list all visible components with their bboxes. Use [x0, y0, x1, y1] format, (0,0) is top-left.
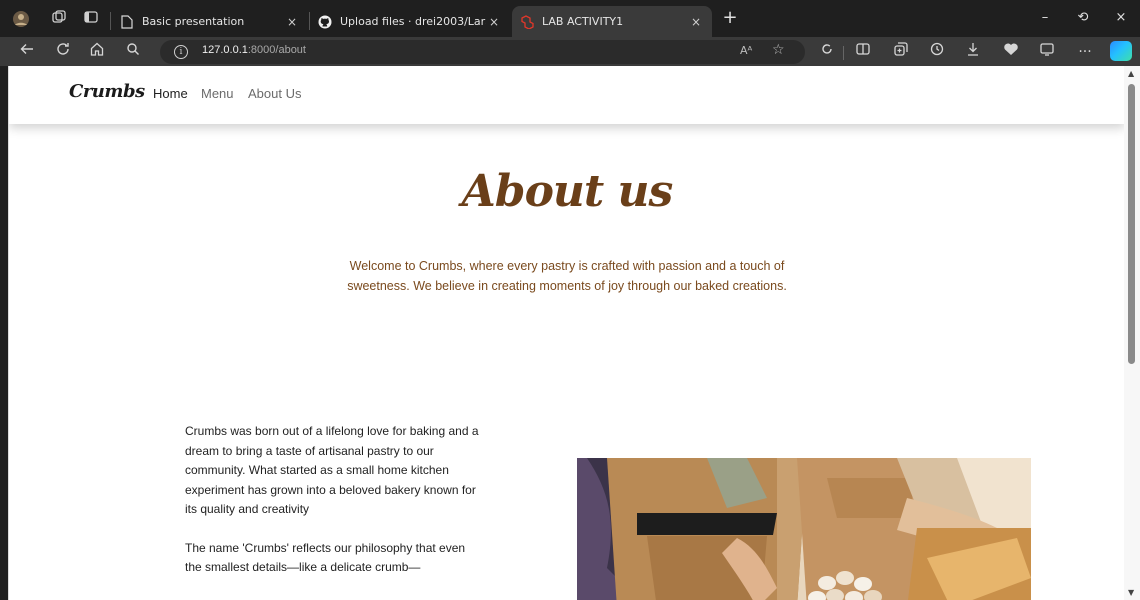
story-section: Crumbs was born out of a lifelong love f…: [185, 422, 485, 597]
browser-toolbar: i 127.0.0.1:8000/about Aᴬ ☆ ···: [0, 37, 1140, 66]
home-button[interactable]: [86, 41, 108, 63]
laravel-icon: [520, 14, 534, 29]
browser-essentials-icon[interactable]: [1000, 41, 1022, 63]
more-menu-icon[interactable]: ···: [1074, 41, 1096, 63]
tab-strip: Basic presentation × Upload files · drei…: [0, 0, 1140, 37]
bakers-photo: [577, 458, 1031, 600]
intro-text: Welcome to Crumbs, where every pastry is…: [347, 259, 787, 293]
story-paragraph: Crumbs was born out of a lifelong love f…: [185, 424, 479, 516]
site-info-icon[interactable]: i: [174, 45, 188, 59]
tab-lab-activity[interactable]: LAB ACTIVITY1 ×: [512, 6, 712, 37]
story-paragraph: The name 'Crumbs' reflects our philosoph…: [185, 540, 466, 575]
nav-link-home[interactable]: Home: [153, 86, 188, 101]
vertical-tabs-icon[interactable]: [82, 10, 100, 28]
tab-close-icon[interactable]: ×: [688, 15, 704, 29]
extensions-icon[interactable]: [816, 41, 838, 63]
tab-label: LAB ACTIVITY1: [542, 15, 624, 28]
refresh-button[interactable]: [52, 41, 74, 63]
tab-basic-presentation[interactable]: Basic presentation ×: [112, 6, 308, 37]
profile-avatar-icon[interactable]: [12, 10, 30, 28]
screenshot-icon[interactable]: [1036, 41, 1058, 63]
toolbar-divider: [843, 46, 844, 60]
tab-upload-files[interactable]: Upload files · drei2003/LaravelAct ×: [310, 6, 510, 37]
tab-divider: [110, 12, 111, 30]
site-logo[interactable]: Crumbs: [69, 81, 145, 102]
tab-label: Upload files · drei2003/LaravelAct: [340, 15, 486, 28]
workspaces-icon[interactable]: [50, 10, 68, 28]
minimize-button[interactable]: –: [1030, 8, 1060, 28]
collections-icon[interactable]: [890, 41, 912, 63]
favorite-star-icon[interactable]: ☆: [772, 42, 785, 58]
downloads-icon[interactable]: [962, 41, 984, 63]
new-tab-button[interactable]: +: [720, 8, 740, 28]
back-button[interactable]: [16, 41, 38, 63]
page-icon: [120, 14, 134, 29]
scrollbar-thumb[interactable]: [1128, 84, 1135, 364]
site-navbar: Crumbs Home Menu About Us: [9, 66, 1124, 124]
split-screen-icon[interactable]: [852, 41, 874, 63]
nav-link-about-us[interactable]: About Us: [248, 86, 301, 101]
tab-label: Basic presentation: [142, 15, 245, 28]
address-bar[interactable]: i 127.0.0.1:8000/about Aᴬ ☆: [160, 40, 805, 64]
url-host: 127.0.0.1: [202, 44, 248, 56]
close-window-button[interactable]: ×: [1106, 8, 1136, 28]
read-aloud-icon[interactable]: Aᴬ: [740, 44, 752, 57]
url-path: :8000/about: [247, 44, 306, 56]
nav-link-menu[interactable]: Menu: [201, 86, 234, 101]
tab-close-icon[interactable]: ×: [284, 15, 300, 29]
page-scrollbar[interactable]: ▲ ▼: [1124, 66, 1140, 600]
copilot-icon[interactable]: [1110, 41, 1132, 61]
restore-button[interactable]: ⟲: [1068, 8, 1098, 28]
tab-close-icon[interactable]: ×: [486, 15, 502, 29]
url-text[interactable]: 127.0.0.1:8000/about: [202, 44, 306, 56]
bakers-photo-illustration: [577, 458, 1031, 600]
github-icon: [318, 15, 332, 29]
page-title: About us: [461, 166, 674, 217]
history-icon[interactable]: [926, 41, 948, 63]
scroll-down-arrow-icon[interactable]: ▼: [1128, 588, 1134, 597]
page-viewport: Crumbs Home Menu About Us About us Welco…: [8, 66, 1124, 600]
search-icon[interactable]: [122, 41, 144, 63]
scroll-up-arrow-icon[interactable]: ▲: [1128, 69, 1134, 78]
